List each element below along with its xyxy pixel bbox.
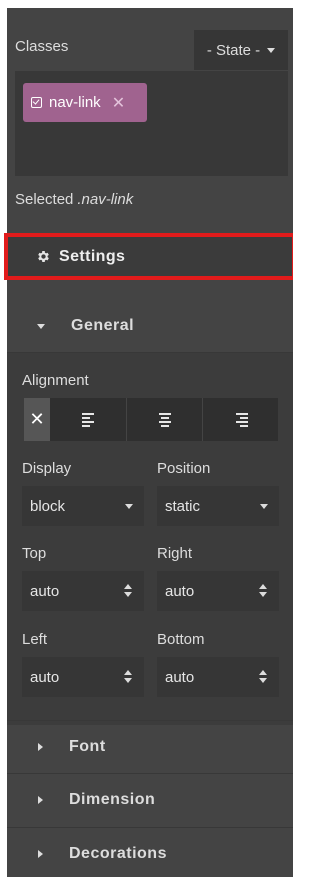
dimension-label: Dimension [69,791,156,808]
settings-label: Settings [59,247,126,265]
alignment-radio-group: ✕ [24,398,278,441]
left-value: auto [30,668,60,686]
right-value: auto [165,582,195,600]
alignment-label: Alignment [22,372,89,389]
stepper-icon[interactable] [124,584,132,597]
top-label: Top [22,545,47,562]
bottom-value: auto [165,668,195,686]
state-select[interactable]: - State - [194,30,288,70]
chevron-down-icon [260,504,268,509]
classes-label: Classes [15,38,69,55]
gear-icon [38,251,49,262]
align-left-button[interactable] [51,398,127,441]
caret-right-icon [38,796,43,804]
display-label: Display [22,460,72,477]
top-input[interactable]: auto [22,571,144,611]
decorations-label: Decorations [69,845,167,862]
font-label: Font [69,738,106,755]
decorations-section-header[interactable]: Decorations [7,828,293,880]
display-value: block [30,497,66,515]
font-section-header[interactable]: Font [7,721,293,773]
left-input[interactable]: auto [22,657,144,697]
align-center-button[interactable] [127,398,203,441]
align-center-icon [158,412,172,427]
general-label: General [71,317,135,334]
caret-right-icon [38,743,43,751]
right-label: Right [157,545,193,562]
class-tag[interactable]: nav-link ✕ [23,83,147,122]
stepper-icon[interactable] [259,584,267,597]
checkbox-icon[interactable] [31,97,42,108]
class-tags-container[interactable]: nav-link ✕ [15,71,288,176]
chevron-down-icon [125,504,133,509]
display-select[interactable]: block [22,486,144,526]
scrollbar[interactable] [293,8,299,877]
settings-section-header[interactable]: Settings [4,233,296,280]
align-right-button[interactable] [203,398,278,441]
stepper-icon[interactable] [124,670,132,683]
selected-prefix: Selected [15,191,74,208]
align-left-icon [81,412,96,427]
caret-down-icon [37,323,45,329]
caret-right-icon [38,850,43,858]
bottom-input[interactable]: auto [157,657,279,697]
dimension-section-header[interactable]: Dimension [7,774,293,826]
align-right-icon [234,412,248,427]
state-select-value: - State - [206,41,261,59]
style-manager-panel: Classes - State - nav-link ✕ Selected .na… [4,8,296,880]
stepper-icon[interactable] [259,670,267,683]
class-tag-label: nav-link [49,94,101,111]
selected-value: .nav-link [77,191,134,208]
top-value: auto [30,582,60,600]
general-section-header[interactable]: General [7,300,293,352]
position-label: Position [157,460,211,477]
chevron-down-icon [267,47,276,53]
position-value: static [165,497,201,515]
right-input[interactable]: auto [157,571,279,611]
close-icon: ✕ [29,409,45,429]
align-none-button[interactable]: ✕ [24,398,51,441]
left-label: Left [22,631,48,648]
selected-indicator: Selected .nav-link [15,191,133,208]
position-select[interactable]: static [157,486,279,526]
close-icon[interactable]: ✕ [112,93,125,113]
bottom-label: Bottom [157,631,205,648]
